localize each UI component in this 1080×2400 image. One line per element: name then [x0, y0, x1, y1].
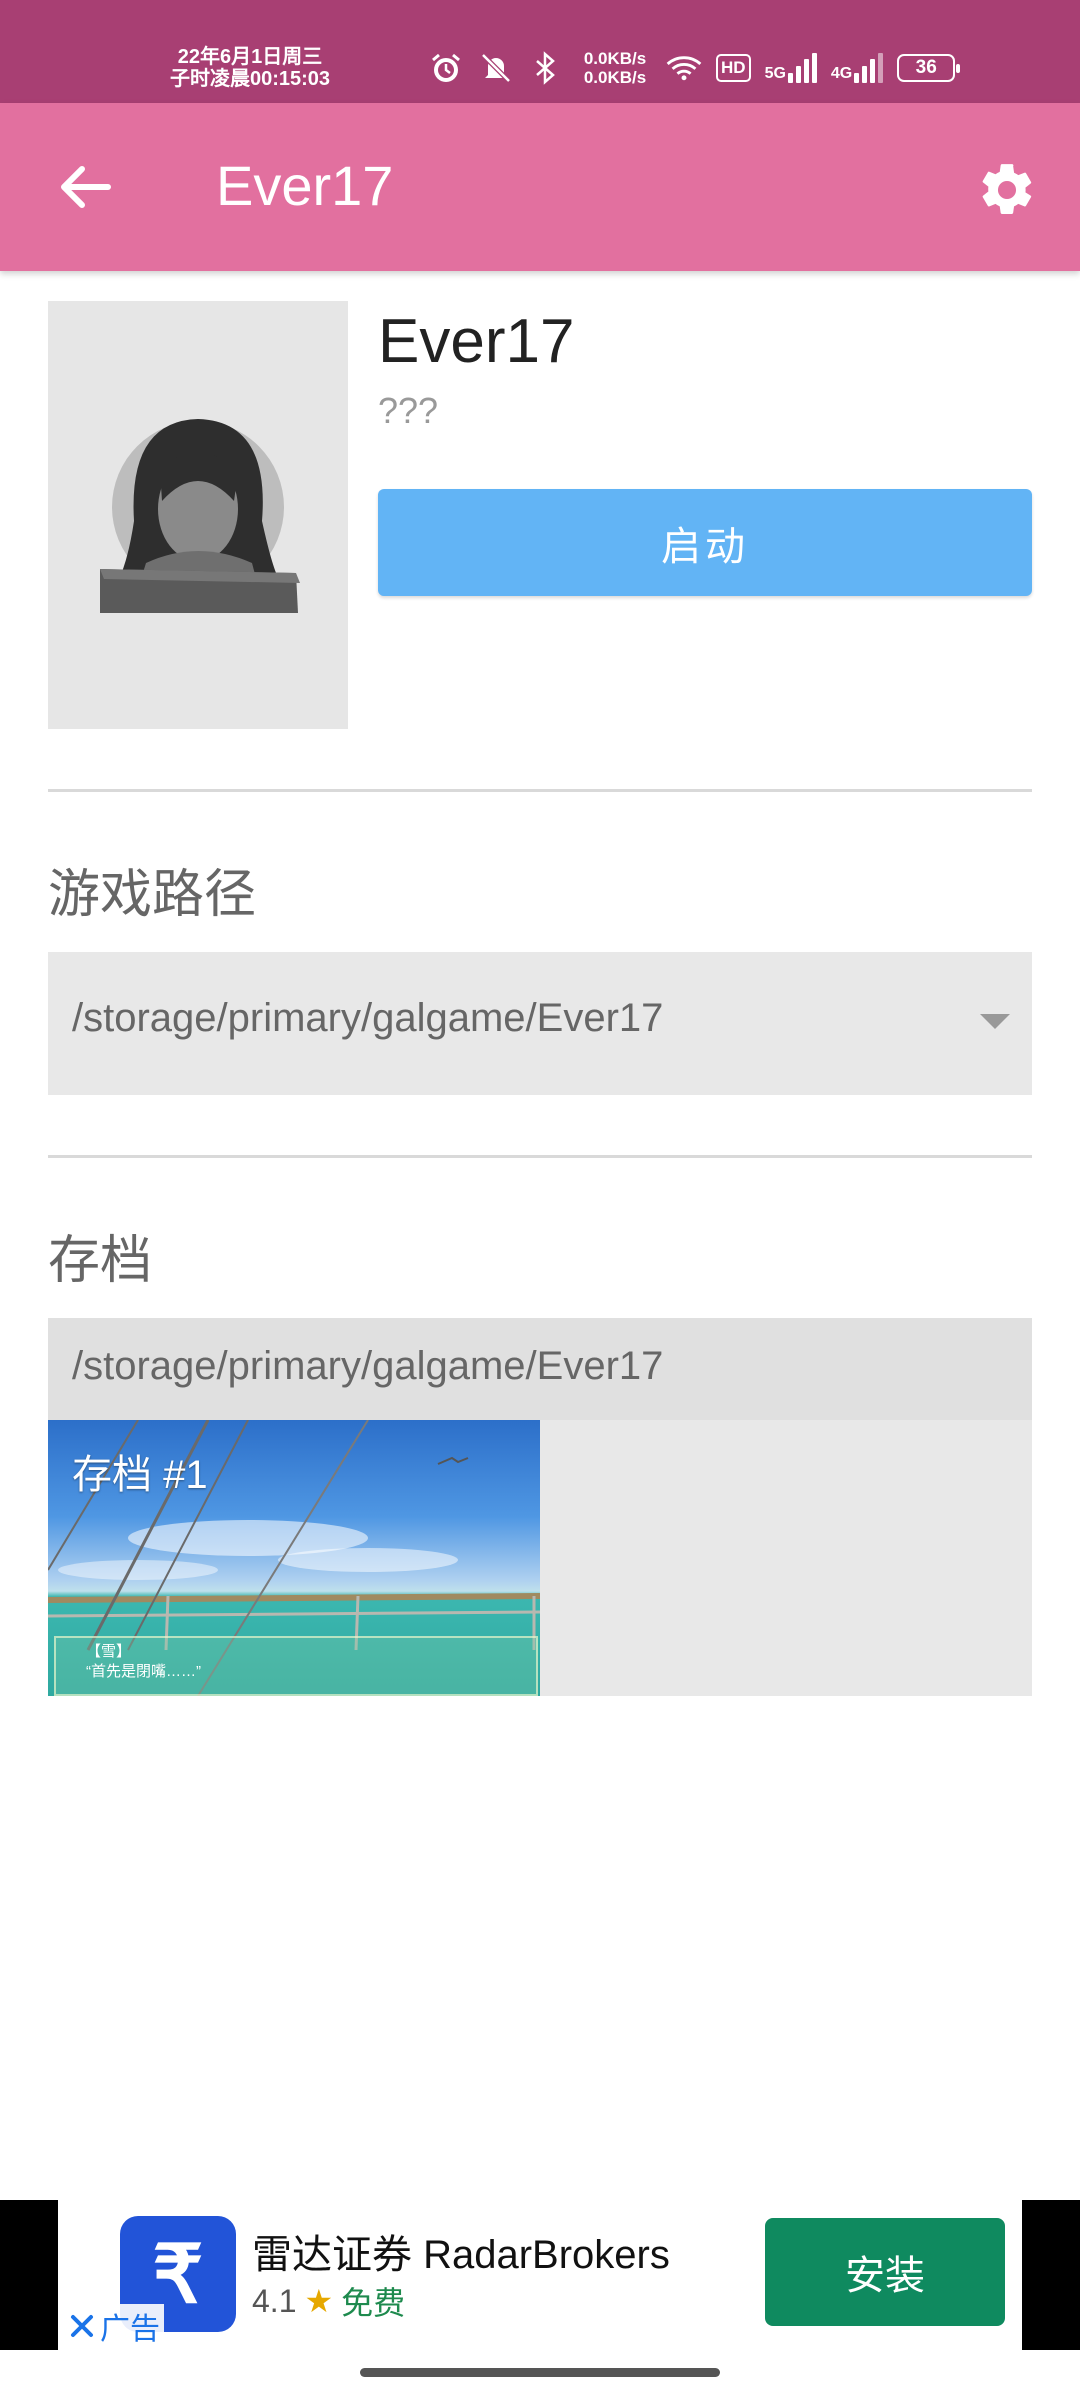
ad-side-bar: [0, 2200, 58, 2350]
net-4g-label: 4G: [830, 65, 853, 82]
battery-indicator: 36: [897, 54, 961, 82]
close-icon: [71, 2315, 93, 2337]
signal-4g: 4G: [830, 53, 884, 83]
save-dialog-box: 【雪】 “首先是閉嘴……”: [54, 1636, 538, 1696]
saves-heading: 存档: [48, 1232, 153, 1290]
divider: [48, 1155, 1032, 1158]
signal-icon: [787, 53, 817, 83]
speed-down: 0.0KB/s: [583, 68, 647, 87]
network-speed: 0.0KB/s 0.0KB/s: [578, 49, 652, 87]
page-title: Ever17: [216, 154, 394, 217]
save-path-value: /storage/primary/galgame/Ever17: [72, 1344, 664, 1388]
save-dialog-speaker: 【雪】: [86, 1643, 132, 1660]
divider: [48, 789, 1032, 792]
settings-button[interactable]: [972, 155, 1042, 225]
signal-5g: 5G: [765, 53, 817, 83]
avatar-placeholder-icon: [100, 419, 300, 613]
ad-label: 广告: [100, 2313, 160, 2346]
ad-side-bar: [1022, 2200, 1080, 2350]
save-dialog-text: “首先是閉嘴……”: [86, 1663, 201, 1680]
status-date: 22年6月1日周三: [177, 46, 323, 68]
save-slot-label: 存档 #1: [72, 1453, 208, 1497]
star-icon: ★: [304, 2283, 334, 2319]
game-path-value: /storage/primary/galgame/Ever17: [72, 996, 664, 1040]
app-bar: Ever17: [0, 103, 1080, 271]
net-5g-label: 5G: [764, 65, 786, 82]
alarm-icon: [428, 50, 464, 86]
ad-title[interactable]: 雷达证券 RadarBrokers: [252, 2222, 670, 2280]
arrow-left-icon: [61, 166, 111, 208]
dropdown-caret-icon: [980, 1014, 1010, 1029]
game-subtitle: ???: [378, 390, 439, 431]
hd-badge: HD: [716, 54, 751, 82]
game-title: Ever17: [378, 307, 575, 376]
save-slot-1[interactable]: 存档 #1 【雪】 “首先是閉嘴……”: [48, 1420, 540, 1696]
gear-icon: [982, 164, 1032, 214]
ad-install-button[interactable]: 安装: [765, 2218, 1005, 2326]
status-icons: 0.0KB/s 0.0KB/s HD 5G 4G 36: [428, 48, 961, 88]
ad-price: 免费: [341, 2285, 406, 2321]
status-clock: 22年6月1日周三 子时凌晨00:15:03: [160, 46, 340, 90]
status-bar: 22年6月1日周三 子时凌晨00:15:03 0.0KB/s 0.0KB/s H…: [0, 0, 1080, 103]
ad-rating-value: 4.1: [252, 2282, 297, 2319]
wifi-icon: [666, 50, 702, 86]
home-indicator[interactable]: [360, 2368, 720, 2377]
game-cover: [48, 301, 348, 729]
ad-close-button[interactable]: 广告: [64, 2304, 164, 2348]
signal-icon: [854, 53, 884, 83]
mute-icon: [478, 50, 514, 86]
save-slot-grid: 存档 #1 【雪】 “首先是閉嘴……”: [48, 1420, 1032, 1696]
game-path-heading: 游戏路径: [48, 866, 257, 924]
ad-banner[interactable]: ₹ 雷达证券 RadarBrokers 4.1 ★ 免费 安装 广告: [0, 2200, 1080, 2350]
launch-button[interactable]: 启动: [378, 489, 1032, 596]
back-button[interactable]: [50, 157, 118, 217]
ad-rating: 4.1 ★ 免费: [252, 2278, 405, 2324]
speed-up: 0.0KB/s: [583, 49, 647, 68]
game-path-dropdown[interactable]: /storage/primary/galgame/Ever17: [48, 952, 1032, 1095]
save-path-bar: /storage/primary/galgame/Ever17: [48, 1318, 1032, 1420]
bluetooth-icon: [528, 50, 564, 86]
status-time: 子时凌晨00:15:03: [169, 68, 331, 90]
